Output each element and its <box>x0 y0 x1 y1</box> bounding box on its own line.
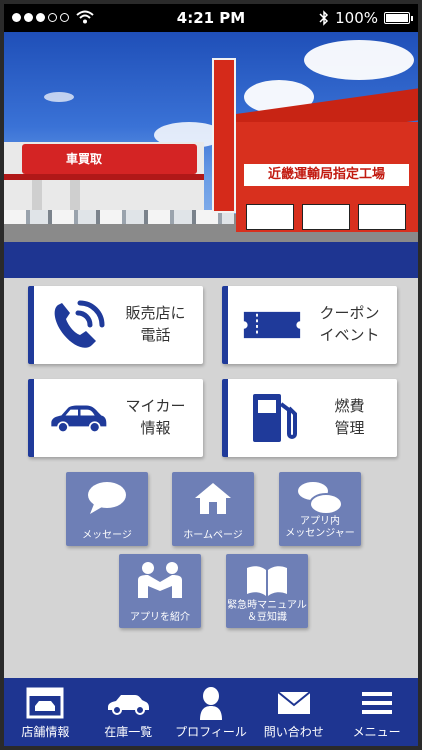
hero-banner-image: 車買取 近畿運輸局指定工場 <box>4 32 418 242</box>
in-app-messenger-button[interactable]: アプリ内 メッセンジャー <box>279 472 361 546</box>
tab-contact-label: 問い合わせ <box>263 725 324 739</box>
cloud <box>304 40 414 80</box>
car-outline-icon <box>87 686 170 720</box>
my-car-info-button[interactable]: マイカー 情報 <box>28 379 203 457</box>
tab-menu[interactable]: メニュー <box>335 678 418 746</box>
people-icon <box>119 560 201 600</box>
price-board <box>246 204 294 230</box>
tab-profile[interactable]: プロフィール <box>170 678 253 746</box>
tab-store-info[interactable]: 店舗情報 <box>4 678 87 746</box>
shop-band-text: 近畿運輸局指定工場 <box>267 167 385 182</box>
price-board <box>358 204 406 230</box>
in-app-messenger-label: アプリ内 メッセンジャー <box>285 516 355 539</box>
dealership-sign: 車買取 <box>22 144 197 174</box>
price-board <box>302 204 350 230</box>
tab-contact[interactable]: 問い合わせ <box>252 678 335 746</box>
emergency-manual-button[interactable]: 緊急時マニュアル ＆豆知識 <box>226 554 308 628</box>
car-icon <box>48 388 108 448</box>
bluetooth-icon <box>319 10 329 26</box>
book-icon <box>226 560 308 600</box>
tab-profile-label: プロフィール <box>175 725 247 739</box>
bottom-tab-bar: 店舗情報 在庫一覧 プロフィール 問い合わせ メニュー <box>4 678 418 746</box>
tab-inventory[interactable]: 在庫一覧 <box>87 678 170 746</box>
hero-divider <box>4 242 418 278</box>
dealership-sign-text: 車買取 <box>66 152 103 166</box>
coupon-event-label: クーポン イベント <box>319 304 380 344</box>
my-car-info-label: マイカー 情報 <box>125 397 186 437</box>
tab-menu-label: メニュー <box>352 725 401 739</box>
emergency-manual-label: 緊急時マニュアル ＆豆知識 <box>227 600 307 623</box>
homepage-label: ホームページ <box>183 530 243 541</box>
person-icon <box>170 686 253 720</box>
share-app-button[interactable]: アプリを紹介 <box>119 554 201 628</box>
chat-bubbles-icon <box>279 478 361 518</box>
message-button[interactable]: メッセージ <box>66 472 148 546</box>
sign-tower <box>212 58 236 213</box>
parked-cars <box>4 210 234 224</box>
status-right: 100% <box>319 9 413 27</box>
cloud <box>44 92 74 102</box>
fuel-management-button[interactable]: 燃費 管理 <box>222 379 397 457</box>
battery-percent: 100% <box>335 9 378 27</box>
garage-icon <box>4 686 87 720</box>
share-app-label: アプリを紹介 <box>130 612 190 623</box>
call-dealer-label: 販売店に 電話 <box>125 304 186 344</box>
coupon-event-button[interactable]: クーポン イベント <box>222 286 397 364</box>
home-icon <box>172 478 254 518</box>
tab-store-info-label: 店舗情報 <box>21 725 70 739</box>
ticket-icon <box>242 295 302 355</box>
fuel-pump-icon <box>242 388 302 448</box>
message-label: メッセージ <box>82 530 132 541</box>
phone-icon <box>48 295 108 355</box>
envelope-icon <box>252 686 335 720</box>
call-dealer-button[interactable]: 販売店に 電話 <box>28 286 203 364</box>
status-bar: 4:21 PM 100% <box>4 4 418 32</box>
battery-icon <box>384 12 413 24</box>
speech-bubble-icon <box>66 478 148 518</box>
tab-inventory-label: 在庫一覧 <box>104 725 153 739</box>
hamburger-icon <box>335 686 418 720</box>
shop-band: 近畿運輸局指定工場 <box>244 164 409 186</box>
fuel-management-label: 燃費 管理 <box>334 397 365 437</box>
homepage-button[interactable]: ホームページ <box>172 472 254 546</box>
app-screen: 4:21 PM 100% 車買取 近畿運輸局指定工場 販売店に 電話 クーポン … <box>4 4 418 746</box>
